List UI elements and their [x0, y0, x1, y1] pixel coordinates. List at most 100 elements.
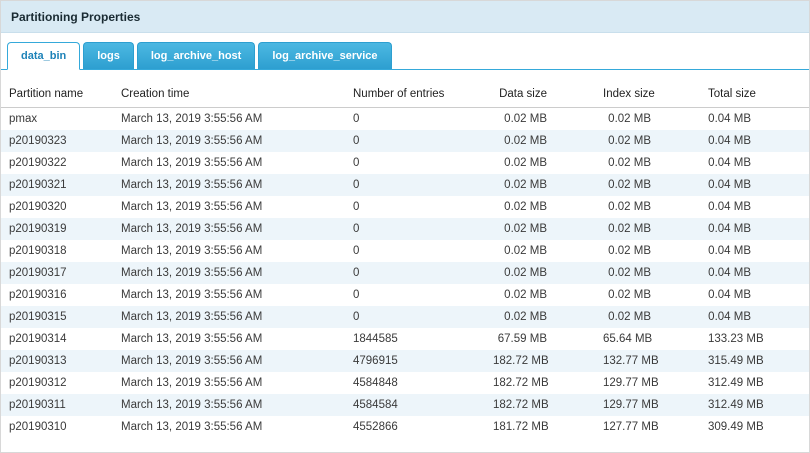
cell-index-size: 129.77 MB	[595, 372, 700, 394]
cell-index-size: 127.77 MB	[595, 416, 700, 438]
cell-partition-name: p20190313	[1, 350, 113, 372]
table-row[interactable]: p20190322March 13, 2019 3:55:56 AM00.02 …	[1, 152, 810, 174]
column-header-entries[interactable]: Number of entries	[345, 82, 485, 108]
tab-log_archive_host[interactable]: log_archive_host	[137, 42, 255, 69]
cell-partition-name: p20190318	[1, 240, 113, 262]
cell-entries: 0	[345, 130, 485, 152]
cell-total-size: 312.49 MB	[700, 372, 810, 394]
cell-partition-name: p20190310	[1, 416, 113, 438]
cell-partition-name: p20190323	[1, 130, 113, 152]
cell-total-size: 0.04 MB	[700, 130, 810, 152]
tab-logs[interactable]: logs	[83, 42, 134, 69]
cell-creation-time: March 13, 2019 3:55:56 AM	[113, 174, 345, 196]
cell-data-size: 181.72 MB	[485, 416, 595, 438]
table-row[interactable]: p20190314March 13, 2019 3:55:56 AM184458…	[1, 328, 810, 350]
column-header-partition-name[interactable]: Partition name	[1, 82, 113, 108]
cell-partition-name: p20190322	[1, 152, 113, 174]
column-header-index-size[interactable]: Index size	[595, 82, 700, 108]
table-row[interactable]: p20190320March 13, 2019 3:55:56 AM00.02 …	[1, 196, 810, 218]
cell-index-size: 0.02 MB	[595, 284, 700, 306]
cell-index-size: 132.77 MB	[595, 350, 700, 372]
cell-creation-time: March 13, 2019 3:55:56 AM	[113, 416, 345, 438]
table-row[interactable]: p20190310March 13, 2019 3:55:56 AM455286…	[1, 416, 810, 438]
cell-index-size: 0.02 MB	[595, 152, 700, 174]
cell-entries: 1844585	[345, 328, 485, 350]
cell-total-size: 133.23 MB	[700, 328, 810, 350]
cell-index-size: 129.77 MB	[595, 394, 700, 416]
tab-data_bin[interactable]: data_bin	[7, 42, 80, 70]
cell-data-size: 0.02 MB	[485, 108, 595, 131]
cell-creation-time: March 13, 2019 3:55:56 AM	[113, 240, 345, 262]
cell-partition-name: p20190319	[1, 218, 113, 240]
cell-data-size: 182.72 MB	[485, 394, 595, 416]
cell-total-size: 0.04 MB	[700, 262, 810, 284]
cell-total-size: 0.04 MB	[700, 306, 810, 328]
table-row[interactable]: p20190313March 13, 2019 3:55:56 AM479691…	[1, 350, 810, 372]
cell-creation-time: March 13, 2019 3:55:56 AM	[113, 196, 345, 218]
table-row[interactable]: p20190316March 13, 2019 3:55:56 AM00.02 …	[1, 284, 810, 306]
cell-data-size: 0.02 MB	[485, 262, 595, 284]
cell-data-size: 0.02 MB	[485, 306, 595, 328]
table-row[interactable]: p20190321March 13, 2019 3:55:56 AM00.02 …	[1, 174, 810, 196]
cell-total-size: 0.04 MB	[700, 174, 810, 196]
cell-data-size: 0.02 MB	[485, 284, 595, 306]
cell-creation-time: March 13, 2019 3:55:56 AM	[113, 152, 345, 174]
cell-creation-time: March 13, 2019 3:55:56 AM	[113, 306, 345, 328]
cell-data-size: 0.02 MB	[485, 152, 595, 174]
cell-creation-time: March 13, 2019 3:55:56 AM	[113, 394, 345, 416]
cell-data-size: 0.02 MB	[485, 174, 595, 196]
cell-entries: 0	[345, 306, 485, 328]
column-header-total-size[interactable]: Total size	[700, 82, 810, 108]
panel-title: Partitioning Properties	[1, 1, 809, 33]
cell-total-size: 0.04 MB	[700, 218, 810, 240]
cell-data-size: 182.72 MB	[485, 372, 595, 394]
cell-total-size: 312.49 MB	[700, 394, 810, 416]
cell-total-size: 309.49 MB	[700, 416, 810, 438]
cell-creation-time: March 13, 2019 3:55:56 AM	[113, 350, 345, 372]
cell-index-size: 0.02 MB	[595, 306, 700, 328]
tab-log_archive_service[interactable]: log_archive_service	[258, 42, 391, 69]
cell-index-size: 65.64 MB	[595, 328, 700, 350]
cell-index-size: 0.02 MB	[595, 218, 700, 240]
table-row[interactable]: p20190311March 13, 2019 3:55:56 AM458458…	[1, 394, 810, 416]
cell-total-size: 0.04 MB	[700, 240, 810, 262]
cell-partition-name: p20190320	[1, 196, 113, 218]
cell-total-size: 0.04 MB	[700, 196, 810, 218]
cell-partition-name: p20190316	[1, 284, 113, 306]
table-row[interactable]: p20190323March 13, 2019 3:55:56 AM00.02 …	[1, 130, 810, 152]
table-row[interactable]: p20190317March 13, 2019 3:55:56 AM00.02 …	[1, 262, 810, 284]
cell-creation-time: March 13, 2019 3:55:56 AM	[113, 284, 345, 306]
cell-total-size: 0.04 MB	[700, 152, 810, 174]
cell-entries: 0	[345, 218, 485, 240]
table-row[interactable]: p20190312March 13, 2019 3:55:56 AM458484…	[1, 372, 810, 394]
cell-creation-time: March 13, 2019 3:55:56 AM	[113, 262, 345, 284]
cell-partition-name: p20190321	[1, 174, 113, 196]
cell-data-size: 0.02 MB	[485, 196, 595, 218]
cell-index-size: 0.02 MB	[595, 174, 700, 196]
partitioning-properties-panel: Partitioning Properties data_bin logs lo…	[0, 0, 810, 453]
cell-entries: 0	[345, 196, 485, 218]
cell-total-size: 0.04 MB	[700, 284, 810, 306]
table-row[interactable]: pmaxMarch 13, 2019 3:55:56 AM00.02 MB0.0…	[1, 108, 810, 131]
cell-entries: 0	[345, 108, 485, 131]
column-header-data-size[interactable]: Data size	[485, 82, 595, 108]
table-row[interactable]: p20190318March 13, 2019 3:55:56 AM00.02 …	[1, 240, 810, 262]
cell-entries: 4584584	[345, 394, 485, 416]
column-header-creation-time[interactable]: Creation time	[113, 82, 345, 108]
table-row[interactable]: p20190319March 13, 2019 3:55:56 AM00.02 …	[1, 218, 810, 240]
cell-entries: 0	[345, 174, 485, 196]
table-header-row: Partition name Creation time Number of e…	[1, 82, 810, 108]
cell-partition-name: p20190312	[1, 372, 113, 394]
cell-partition-name: p20190314	[1, 328, 113, 350]
cell-partition-name: p20190315	[1, 306, 113, 328]
cell-index-size: 0.02 MB	[595, 240, 700, 262]
cell-partition-name: p20190317	[1, 262, 113, 284]
cell-entries: 4552866	[345, 416, 485, 438]
cell-index-size: 0.02 MB	[595, 130, 700, 152]
cell-creation-time: March 13, 2019 3:55:56 AM	[113, 372, 345, 394]
cell-index-size: 0.02 MB	[595, 262, 700, 284]
cell-data-size: 0.02 MB	[485, 130, 595, 152]
table-row[interactable]: p20190315March 13, 2019 3:55:56 AM00.02 …	[1, 306, 810, 328]
table-body: pmaxMarch 13, 2019 3:55:56 AM00.02 MB0.0…	[1, 108, 810, 439]
cell-entries: 4796915	[345, 350, 485, 372]
